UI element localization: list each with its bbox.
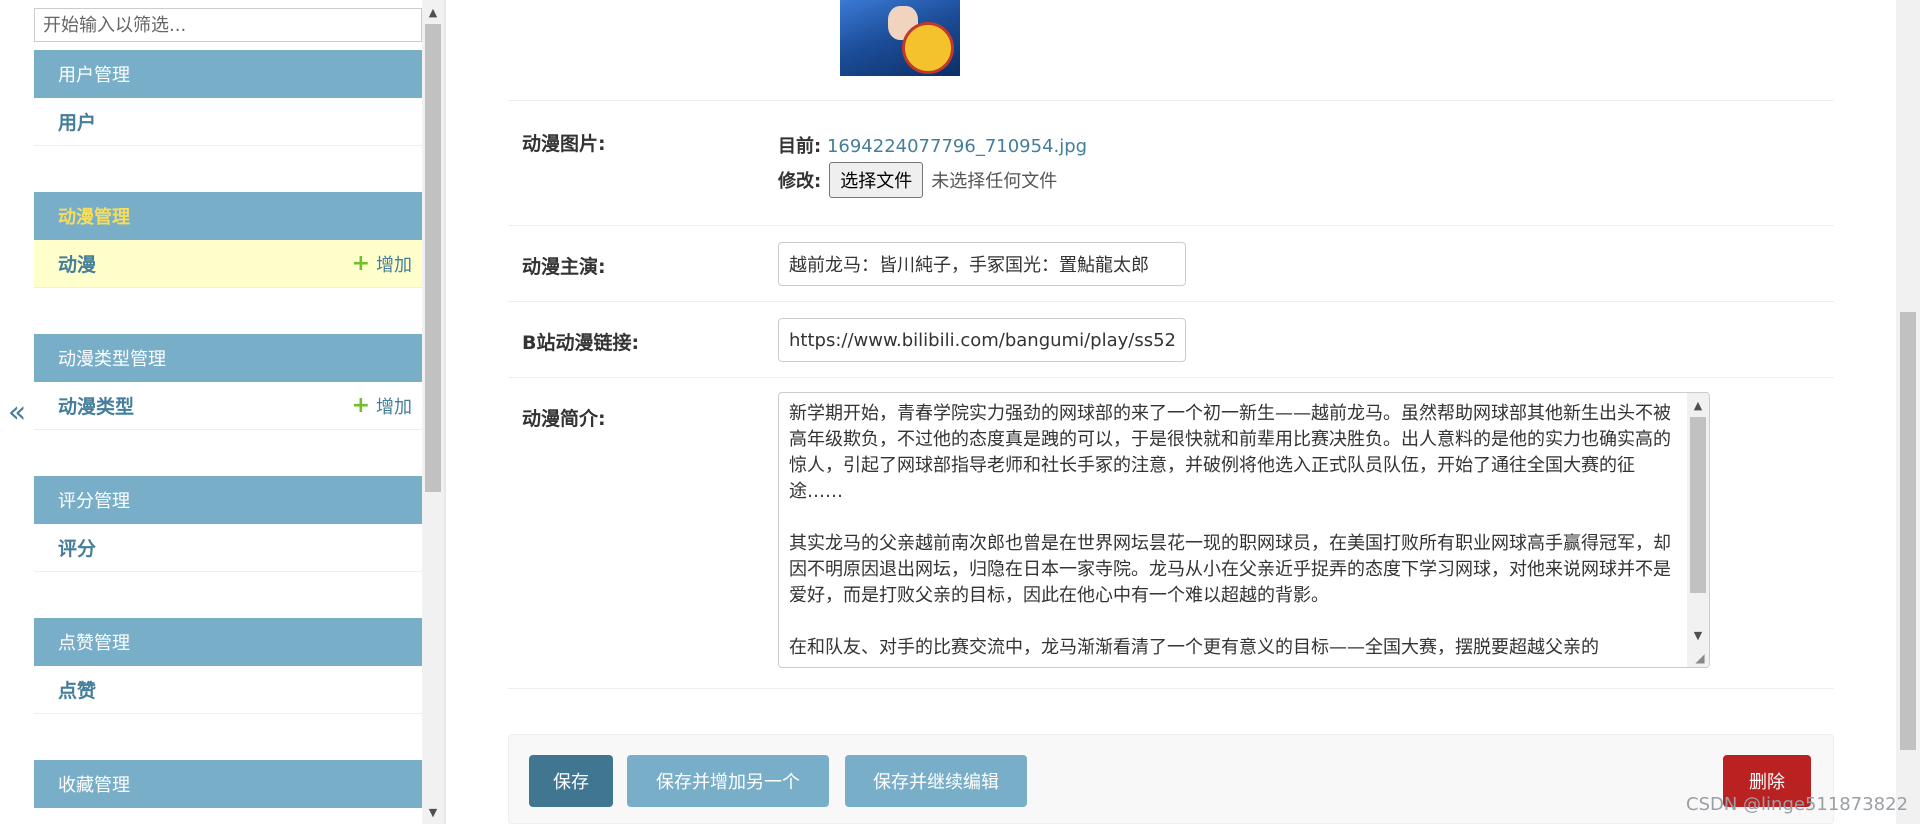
cast-input[interactable] [778, 242, 1186, 286]
plus-icon: + [351, 392, 370, 418]
change-form: 动漫图片: 目前: 1694224077796_710954.jpg 修改: 选… [446, 0, 1896, 824]
sidebar-item-like[interactable]: 点赞 [34, 666, 422, 714]
title-logo-icon [902, 22, 954, 74]
current-file-link[interactable]: 1694224077796_710954.jpg [827, 136, 1087, 157]
scroll-down-icon[interactable]: ▼ [422, 802, 444, 822]
sidebar-item-anime-type[interactable]: 动漫类型 + 增加 [34, 382, 422, 430]
intro-textarea[interactable]: 新学期开始，青春学院实力强劲的网球部的来了一个初一新生——越前龙马。虽然帮助网球… [778, 392, 1710, 668]
watermark: CSDN @linge511873822 [1686, 794, 1909, 815]
scroll-up-icon[interactable]: ▲ [1687, 395, 1709, 415]
current-label: 目前: [778, 136, 822, 157]
add-label: 增加 [376, 254, 412, 276]
sidebar-item-label[interactable]: 点赞 [58, 676, 412, 703]
sidebar-item-anime[interactable]: 动漫 + 增加 [34, 240, 422, 288]
textarea-scrollbar[interactable]: ▲ ▼ [1687, 393, 1709, 667]
sidebar-item-label[interactable]: 评分 [58, 534, 412, 561]
form-row-image: 动漫图片: [508, 101, 1834, 226]
link-field-label: B站动漫链接: [522, 332, 640, 354]
save-and-continue-button[interactable]: 保存并继续编辑 [845, 755, 1027, 807]
app-header-rating[interactable]: 评分管理 [34, 476, 422, 524]
page-scrollbar[interactable] [1896, 0, 1920, 824]
app-header-user[interactable]: 用户管理 [34, 50, 422, 98]
anime-cover-thumbnail [840, 0, 960, 76]
resize-handle-icon[interactable]: ◢ [1693, 651, 1707, 665]
intro-text[interactable]: 新学期开始，青春学院实力强劲的网球部的来了一个初一新生——越前龙马。虽然帮助网球… [789, 401, 1677, 667]
sidebar-filter-input[interactable] [34, 8, 422, 42]
page-scrollbar-thumb[interactable] [1900, 312, 1916, 750]
add-label: 增加 [376, 396, 412, 418]
app-header-anime[interactable]: 动漫管理 [34, 192, 422, 240]
add-anime-link[interactable]: + 增加 [352, 251, 412, 277]
sidebar-item-label[interactable]: 动漫类型 [58, 392, 352, 419]
cast-field-label: 动漫主演: [522, 256, 606, 278]
sidebar-item-label[interactable]: 动漫 [58, 250, 352, 277]
sidebar-item-user[interactable]: 用户 [34, 98, 422, 146]
sidebar-collapse-toggle[interactable]: « [0, 0, 34, 824]
bilibili-link-input[interactable] [778, 318, 1186, 362]
image-field-label: 动漫图片: [522, 133, 606, 155]
no-file-text: 未选择任何文件 [931, 171, 1058, 192]
add-anime-type-link[interactable]: + 增加 [352, 393, 412, 419]
change-label: 修改: [778, 171, 822, 192]
textarea-scrollbar-thumb[interactable] [1690, 417, 1706, 593]
change-file-line: 修改: 选择文件 未选择任何文件 [778, 162, 1057, 198]
app-header-anime-type[interactable]: 动漫类型管理 [34, 334, 422, 382]
sidebar: 用户管理 用户 动漫管理 动漫 + 增加 动漫类型管理 动漫类型 + 增加 评分… [34, 0, 422, 824]
choose-file-button[interactable]: 选择文件 [829, 162, 924, 198]
plus-icon: + [351, 250, 370, 276]
intro-paragraph: 其实龙马的父亲越前南次郎也曾是在世界网坛昙花一现的职网球员，在美国打败所有职业网… [789, 533, 1671, 606]
app-header-like[interactable]: 点赞管理 [34, 618, 422, 666]
app-header-favorite[interactable]: 收藏管理 [34, 760, 422, 808]
current-file-line: 目前: 1694224077796_710954.jpg [778, 132, 1087, 158]
sidebar-scrollbar[interactable]: ▲ ▼ [422, 0, 444, 824]
intro-field-label: 动漫简介: [522, 408, 606, 430]
sidebar-item-rating[interactable]: 评分 [34, 524, 422, 572]
sidebar-scrollbar-thumb[interactable] [425, 24, 441, 492]
intro-paragraph: 新学期开始，青春学院实力强劲的网球部的来了一个初一新生——越前龙马。虽然帮助网球… [789, 403, 1671, 502]
save-and-add-another-button[interactable]: 保存并增加另一个 [627, 755, 829, 807]
scroll-up-icon[interactable]: ▲ [422, 2, 444, 22]
scroll-down-icon[interactable]: ▼ [1687, 625, 1709, 645]
cover-preview-row [508, 0, 1834, 101]
save-button[interactable]: 保存 [529, 755, 613, 807]
intro-paragraph: 在和队友、对手的比赛交流中，龙马渐渐看清了一个更有意义的目标——全国大赛，摆脱要… [789, 637, 1599, 658]
submit-row: 保存 保存并增加另一个 保存并继续编辑 删除 [508, 734, 1834, 824]
sidebar-item-label[interactable]: 用户 [58, 108, 412, 135]
